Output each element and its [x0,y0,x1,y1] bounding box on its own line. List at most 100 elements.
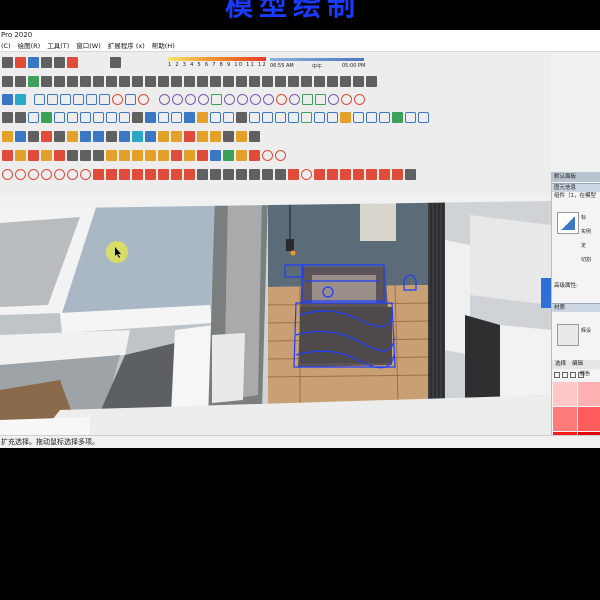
model-viewport[interactable] [0,195,551,435]
tool-icon[interactable] [275,168,286,180]
tool-icon[interactable] [119,149,130,161]
tool-icon[interactable] [353,168,364,180]
color-swatch[interactable] [553,382,577,406]
tool-icon[interactable] [54,149,65,161]
tool-icon[interactable] [171,149,182,161]
bar-chart-icon[interactable] [15,75,26,87]
tool-icon[interactable] [158,168,169,180]
tool-icon[interactable] [379,111,390,123]
curve-icon[interactable] [250,93,261,105]
tool-icon[interactable] [67,130,78,142]
shape-icon[interactable] [34,93,45,105]
shape-icon[interactable] [47,93,58,105]
tool-icon[interactable] [28,130,39,142]
tool-icon[interactable] [28,168,39,180]
tool-icon[interactable] [54,111,65,123]
tool-icon[interactable] [15,130,26,142]
tool-icon[interactable] [210,168,221,180]
tool-icon[interactable] [158,130,169,142]
grid-icon[interactable] [41,75,52,87]
chrome-icon[interactable] [138,93,149,105]
curve-icon[interactable] [224,93,235,105]
tool-icon[interactable] [184,111,195,123]
tool-icon[interactable] [145,168,156,180]
curve-icon[interactable] [159,93,170,105]
tool-icon[interactable] [106,149,117,161]
tool-icon[interactable] [158,149,169,161]
print-icon[interactable] [54,56,65,68]
tool-icon[interactable] [405,168,416,180]
tool-icon[interactable] [288,168,299,180]
stair-icon[interactable] [67,75,78,87]
color-swatch[interactable] [553,407,577,431]
tool-icon[interactable] [93,111,104,123]
cross-icon[interactable] [119,75,130,87]
tool-icon[interactable] [340,168,351,180]
tool-icon[interactable] [405,111,416,123]
materials-header[interactable]: 材质 [552,303,600,312]
curve-icon[interactable] [172,93,183,105]
bars-icon[interactable] [184,75,195,87]
tool-icon[interactable] [301,111,312,123]
tool-icon[interactable] [67,149,78,161]
color-swatch[interactable] [578,407,600,431]
tool-icon[interactable] [93,168,104,180]
tool-icon[interactable] [93,149,104,161]
grid-icon[interactable] [314,75,325,87]
mail-icon[interactable] [80,130,91,142]
tool-icon[interactable] [197,168,208,180]
eraser-icon[interactable] [110,56,121,68]
model-info-icon[interactable] [67,56,78,68]
tool-icon[interactable] [2,111,13,123]
tool-icon[interactable] [353,111,364,123]
tool-icon[interactable] [119,168,130,180]
select-icon[interactable] [2,56,13,68]
stack-icon[interactable] [80,75,91,87]
tool-icon[interactable] [210,130,221,142]
tool-icon[interactable] [80,168,91,180]
menu-item-camera[interactable]: (C) [1,41,11,51]
tool-icon[interactable] [314,111,325,123]
tool-icon[interactable] [132,149,143,161]
measure-icon[interactable] [327,75,338,87]
circle-icon[interactable] [237,93,248,105]
gear-icon[interactable] [54,130,65,142]
tool-icon[interactable] [249,111,260,123]
tool-icon[interactable] [15,149,26,161]
tool-icon[interactable] [132,168,143,180]
tool-icon[interactable] [184,149,195,161]
material-library-select[interactable]: 颜色 [580,370,590,377]
arc-icon[interactable] [210,75,221,87]
tool-icon[interactable] [41,149,52,161]
tool-icon[interactable] [301,168,312,180]
month-slider[interactable] [168,57,266,61]
tool-icon[interactable] [392,168,403,180]
paint-icon[interactable] [2,93,13,105]
shape-icon[interactable] [99,93,110,105]
curve-icon[interactable] [289,93,300,105]
color-swatch[interactable] [578,382,600,406]
shape-icon[interactable] [125,93,136,105]
tool-icon[interactable] [314,168,325,180]
layer-icon[interactable] [28,75,39,87]
tool-icon[interactable] [132,111,143,123]
arrow-left-icon[interactable] [554,371,560,378]
wave-icon[interactable] [249,75,260,87]
menu-item-help[interactable]: 帮助(H) [152,41,175,51]
tool-icon[interactable] [28,111,39,123]
curve-icon[interactable] [276,93,287,105]
tool-icon[interactable] [67,111,78,123]
tool-icon[interactable] [223,149,234,161]
bulb-icon[interactable] [67,168,78,180]
tool-icon[interactable] [249,130,260,142]
tool-icon[interactable] [262,111,273,123]
tool-icon[interactable] [197,111,208,123]
tool-icon[interactable] [2,168,13,180]
tool-icon[interactable] [262,149,273,161]
tool-icon[interactable] [288,111,299,123]
tool-icon[interactable] [366,168,377,180]
wave-icon[interactable] [223,75,234,87]
tool-icon[interactable] [54,168,65,180]
tool-icon[interactable] [41,168,52,180]
tool-icon[interactable] [236,111,247,123]
